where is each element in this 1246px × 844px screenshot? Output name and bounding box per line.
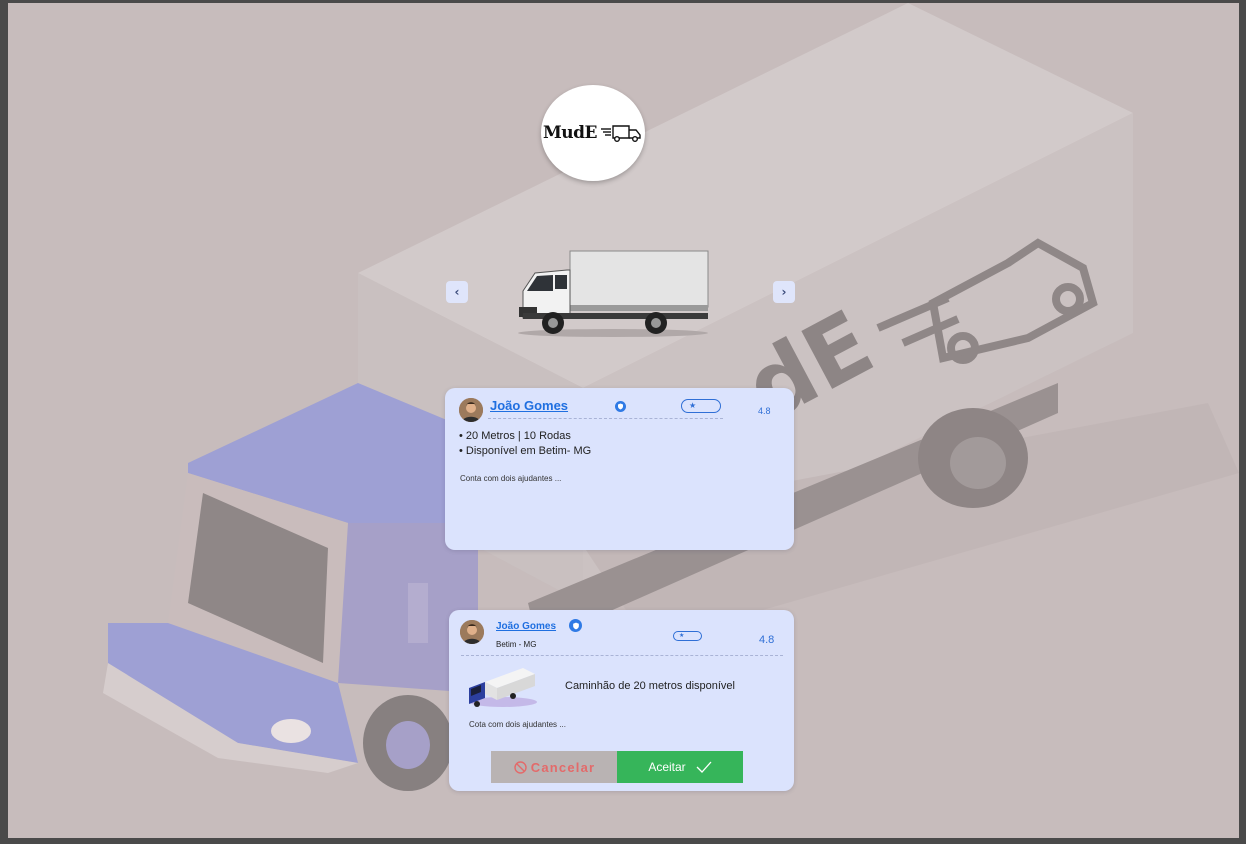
cancel-label: Cancelar [530,759,596,775]
rating-badge: ★ [673,631,702,641]
person-avatar-icon [459,398,483,422]
accept-button[interactable]: Aceitar [617,751,743,783]
accept-label: Aceitar [648,760,686,774]
star-icon: ★ [679,632,685,639]
driver-name-link[interactable]: João Gomes [496,621,556,632]
person-avatar-icon [460,620,484,644]
avatar [460,620,484,644]
truck-photo [518,250,709,337]
logo-wordmark: MudE [542,123,598,143]
verified-icon [615,401,626,412]
check-icon [696,761,712,773]
truck-size-detail: • 20 Metros | 10 Rodas [459,430,571,442]
rating-value: 4.8 [758,406,771,416]
carousel-next-button[interactable]: › [773,281,795,303]
truck-illustration [469,668,537,707]
rating-badge: ★ [681,399,721,413]
moving-truck-icon [601,125,641,142]
divider [488,418,723,419]
cancel-button[interactable]: Cancelar [491,751,618,783]
app-logo: MudE [541,85,645,181]
block-icon [514,760,527,774]
carousel-prev-button[interactable]: ‹ [446,281,468,303]
rating-value: 4.8 [759,634,775,646]
helpers-note: Conta com dois ajudantes ... [460,474,562,483]
divider [461,655,783,656]
avatar [459,398,483,422]
driver-card[interactable]: João Gomes ★ 4.8 • 20 Metros | 10 Rodas … [445,388,794,550]
helpers-note: Cota com dois ajudantes ... [469,720,566,729]
driver-name-link[interactable]: João Gomes [490,398,568,413]
verified-icon [569,619,582,632]
driver-location: Betim - MG [496,640,537,649]
star-icon: ★ [689,401,697,410]
app-frame: dE MudE ‹ › João Gomes ★ 4.8 • 20 Metros… [8,3,1239,838]
availability-detail: • Disponível em Betim- MG [459,445,592,457]
truck-headline: Caminhão de 20 metros disponível [565,680,735,692]
